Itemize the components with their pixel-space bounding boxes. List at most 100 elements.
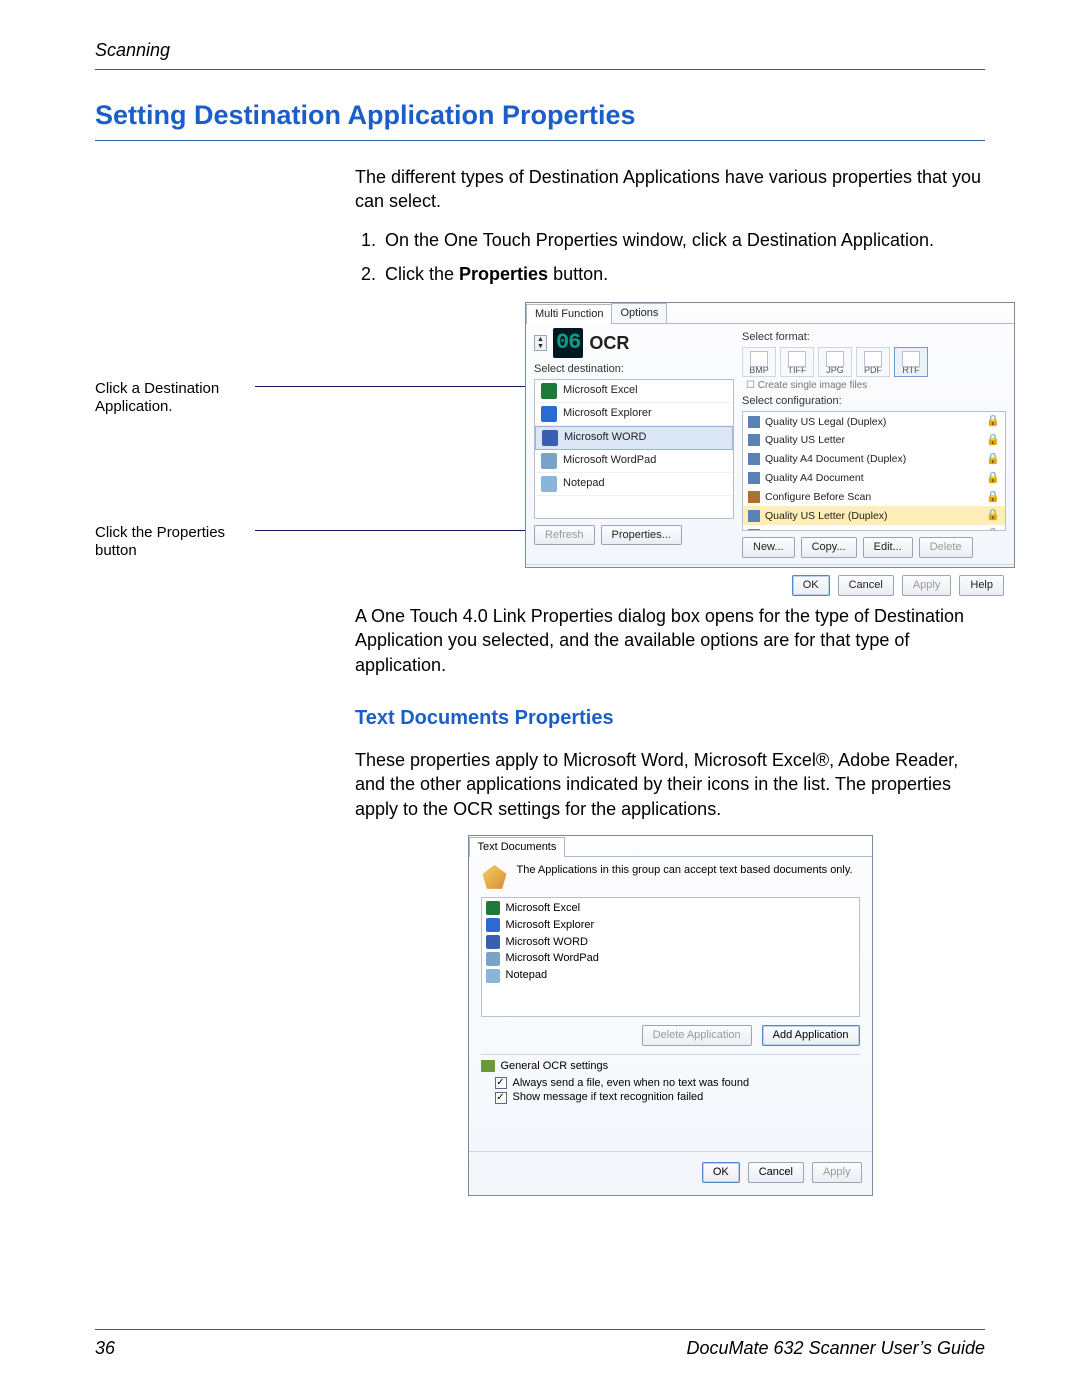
- callout-line: [255, 386, 525, 387]
- ok-button[interactable]: OK: [792, 575, 830, 596]
- edit-button[interactable]: Edit...: [863, 537, 913, 558]
- sub-heading: Text Documents Properties: [355, 705, 985, 732]
- refresh-button[interactable]: Refresh: [534, 525, 595, 546]
- page-number: 36: [95, 1338, 115, 1359]
- format-pdf[interactable]: PDF: [856, 347, 890, 377]
- text-documents-dialog: Text Documents The Applications in this …: [468, 835, 873, 1196]
- format-tiff[interactable]: TIFF: [780, 347, 814, 377]
- apply-button[interactable]: Apply: [812, 1162, 862, 1183]
- application-list[interactable]: Microsoft Excel Microsoft Explorer Microso…: [481, 897, 860, 1017]
- section-name: Scanning: [95, 40, 170, 60]
- properties-button[interactable]: Properties...: [601, 525, 682, 546]
- config-icon: [748, 453, 760, 465]
- lock-icon: 🔒: [986, 433, 1000, 448]
- lock-icon: 🔒: [986, 490, 1000, 505]
- cancel-button[interactable]: Cancel: [838, 575, 894, 596]
- ok-button[interactable]: OK: [702, 1162, 740, 1183]
- destination-item[interactable]: Microsoft WordPad: [535, 450, 733, 473]
- app-label: Microsoft WORD: [506, 935, 589, 950]
- check-label: Show message if text recognition failed: [513, 1090, 704, 1105]
- application-item[interactable]: Microsoft WordPad: [486, 950, 855, 967]
- step-1: On the One Touch Properties window, clic…: [381, 228, 985, 252]
- ocr-group-label: General OCR settings: [501, 1059, 609, 1074]
- app-label: Microsoft Explorer: [506, 918, 595, 933]
- sub-intro: These properties apply to Microsoft Word…: [355, 748, 985, 821]
- config-item[interactable]: Quality US Legal (Duplex)🔒: [743, 412, 1005, 431]
- config-icon: [748, 416, 760, 428]
- config-list[interactable]: Quality US Legal (Duplex)🔒Quality US Let…: [742, 411, 1006, 531]
- destination-item[interactable]: Microsoft Explorer: [535, 403, 733, 426]
- delete-application-button[interactable]: Delete Application: [642, 1025, 752, 1046]
- page-footer: 36 DocuMate 632 Scanner User’s Guide: [95, 1329, 985, 1359]
- app-icon: [541, 476, 557, 492]
- lock-icon: 🔒: [986, 414, 1000, 429]
- select-config-label: Select configuration:: [742, 394, 1006, 409]
- new-button[interactable]: New...: [742, 537, 795, 558]
- app-icon: [486, 901, 500, 915]
- check-label: Always send a file, even when no text wa…: [513, 1076, 750, 1091]
- copy-button[interactable]: Copy...: [801, 537, 857, 558]
- apply-button[interactable]: Apply: [902, 575, 952, 596]
- add-application-button[interactable]: Add Application: [762, 1025, 860, 1046]
- check-show-message[interactable]: ✓Show message if text recognition failed: [495, 1090, 860, 1105]
- destination-item[interactable]: Microsoft WORD: [535, 426, 733, 450]
- callout-properties: Click the Properties button: [95, 524, 265, 560]
- destination-item[interactable]: Notepad: [535, 473, 733, 496]
- ocr-label: OCR: [589, 331, 629, 355]
- format-rtf[interactable]: RTF: [894, 347, 928, 377]
- config-item[interactable]: Quality A4 Document (Duplex) 🔒: [743, 450, 1005, 469]
- lock-icon: 🔒: [986, 452, 1000, 467]
- single-image-checkbox[interactable]: ☐ Create single image files: [746, 379, 1006, 393]
- config-item[interactable]: Quality US Letter 🔒: [743, 431, 1005, 450]
- destination-label: Microsoft WORD: [564, 430, 647, 445]
- number-spinner[interactable]: ▲▼: [534, 335, 547, 351]
- destination-label: Microsoft Excel: [563, 383, 638, 398]
- config-item[interactable]: Configure Before Scan 🔒: [743, 488, 1005, 507]
- cancel-button[interactable]: Cancel: [748, 1162, 804, 1183]
- single-image-label: Create single image files: [758, 380, 868, 391]
- config-icon: [748, 491, 760, 503]
- config-icon: [748, 510, 760, 522]
- ocr-number: 06: [553, 328, 583, 358]
- destination-label: Microsoft Explorer: [563, 406, 652, 421]
- config-item[interactable]: Quality US Letter (Duplex)🔒: [743, 506, 1005, 525]
- check-always-send[interactable]: ✓Always send a file, even when no text w…: [495, 1076, 860, 1091]
- config-label: Quality A4 Document (Duplex): [765, 452, 906, 466]
- tab-multi-function[interactable]: Multi Function: [526, 304, 612, 324]
- guide-title: DocuMate 632 Scanner User’s Guide: [687, 1338, 986, 1359]
- application-item[interactable]: Notepad: [486, 967, 855, 984]
- format-jpg[interactable]: JPG: [818, 347, 852, 377]
- application-item[interactable]: Microsoft WORD: [486, 934, 855, 951]
- intro-paragraph: The different types of Destination Appli…: [355, 165, 985, 214]
- text-group-icon: [481, 863, 509, 891]
- main-heading: Setting Destination Application Properti…: [95, 100, 985, 141]
- destination-label: Notepad: [563, 476, 605, 491]
- config-label: Quality US Letter: [765, 433, 845, 447]
- after-figure-paragraph: A One Touch 4.0 Link Properties dialog b…: [355, 604, 985, 677]
- destination-item[interactable]: Microsoft Excel: [535, 380, 733, 403]
- config-item[interactable]: Quality A4 Document🔒: [743, 469, 1005, 488]
- format-bmp[interactable]: BMP: [742, 347, 776, 377]
- app-label: Notepad: [506, 968, 548, 983]
- application-item[interactable]: Microsoft Explorer: [486, 917, 855, 934]
- page-header: Scanning: [95, 40, 985, 70]
- one-touch-dialog: Multi Function Options ▲▼ 06 OCR Select …: [525, 302, 1015, 568]
- app-label: Microsoft WordPad: [506, 951, 599, 966]
- destination-label: Microsoft WordPad: [563, 453, 656, 468]
- destination-list[interactable]: Microsoft Excel Microsoft Explorer Microso…: [534, 379, 734, 519]
- figure-one-touch-properties: Click a Destination Application. Click t…: [355, 302, 985, 582]
- tab-text-documents[interactable]: Text Documents: [469, 837, 566, 857]
- tab-options[interactable]: Options: [611, 303, 667, 323]
- app-label: Microsoft Excel: [506, 901, 581, 916]
- application-item[interactable]: Microsoft Excel: [486, 900, 855, 917]
- group-info-text: The Applications in this group can accep…: [517, 863, 853, 878]
- app-icon: [486, 969, 500, 983]
- app-icon: [486, 935, 500, 949]
- config-label: Quality US Letter (Duplex): [765, 509, 888, 523]
- help-button[interactable]: Help: [959, 575, 1004, 596]
- select-format-label: Select format:: [742, 330, 1006, 345]
- config-label: Configure Before Scan: [765, 490, 871, 504]
- ocr-group-icon: [481, 1060, 495, 1072]
- delete-button[interactable]: Delete: [919, 537, 973, 558]
- lock-icon: 🔒: [986, 471, 1000, 486]
